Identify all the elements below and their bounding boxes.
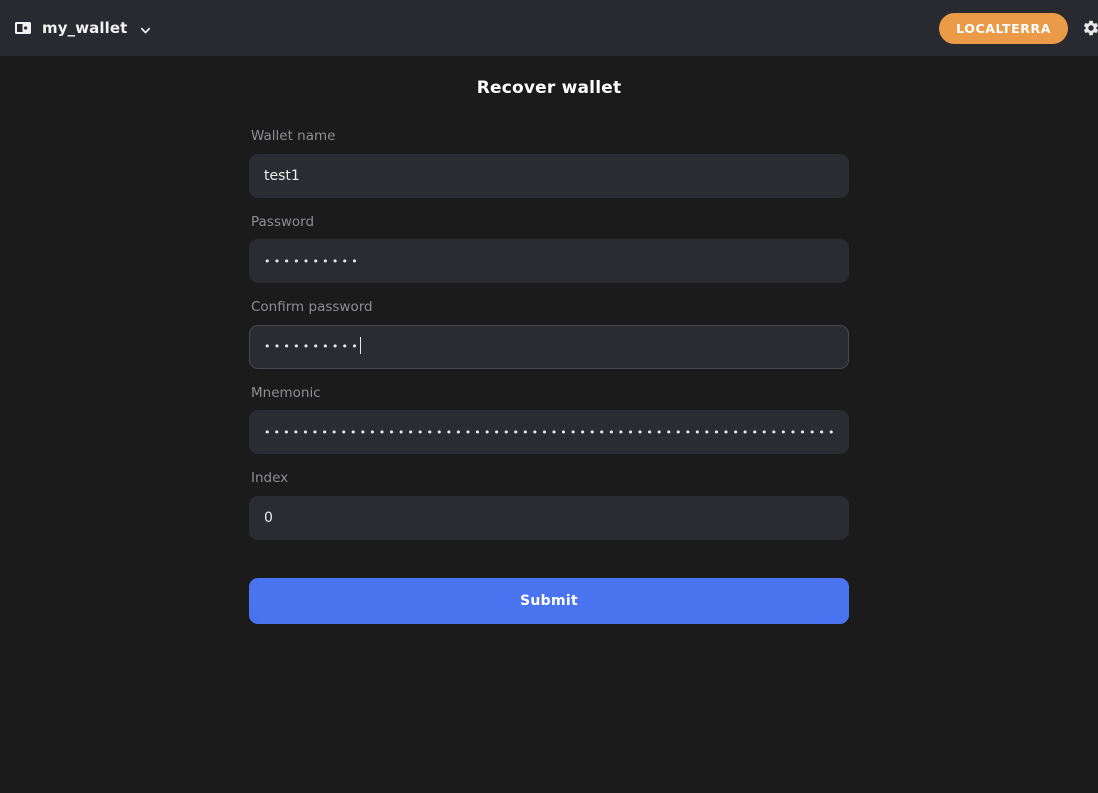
text-caret: [359, 337, 361, 354]
wallet-selector[interactable]: my_wallet: [14, 19, 152, 37]
network-badge[interactable]: LOCALTERRA: [939, 12, 1068, 44]
settings-button[interactable]: [1082, 14, 1098, 42]
index-value: 0: [264, 509, 273, 526]
app-header: my_wallet LOCALTERRA: [0, 0, 1098, 56]
password-input[interactable]: ••••••••••: [249, 239, 849, 283]
header-actions: LOCALTERRA: [939, 0, 1098, 56]
confirm-password-input[interactable]: ••••••••••: [249, 324, 849, 369]
confirm-password-value: ••••••••••: [264, 341, 361, 352]
chevron-down-icon[interactable]: [139, 22, 152, 35]
mnemonic-input[interactable]: ••••••••••••••••••••••••••••••••••••••••…: [249, 410, 849, 454]
gear-icon: [1082, 19, 1098, 37]
main-content: Recover wallet Wallet name test1 Passwor…: [0, 56, 1098, 793]
mnemonic-value: ••••••••••••••••••••••••••••••••••••••••…: [264, 426, 834, 438]
index-input[interactable]: 0: [249, 495, 849, 540]
password-label: Password: [251, 213, 315, 230]
field-confirm-password: Confirm password ••••••••••: [249, 299, 849, 369]
wallet-name-label: Wallet name: [251, 128, 336, 144]
submit-button[interactable]: Submit: [249, 577, 849, 624]
page-title: Recover wallet: [476, 78, 622, 98]
field-password: Password ••••••••••: [249, 213, 849, 283]
field-wallet-name: Wallet name test1: [249, 128, 849, 198]
wallet-name-input[interactable]: test1: [249, 153, 849, 198]
confirm-password-label: Confirm password: [251, 299, 373, 315]
recover-wallet-form: Wallet name test1 Password •••••••••• Co…: [249, 128, 849, 624]
wallet-name-value: test1: [264, 167, 300, 184]
password-value: ••••••••••: [264, 255, 361, 267]
mnemonic-label: Mnemonic: [251, 384, 321, 401]
index-label: Index: [251, 470, 289, 486]
field-mnemonic: Mnemonic •••••••••••••••••••••••••••••••…: [249, 384, 849, 454]
field-index: Index 0: [249, 470, 849, 540]
submit-row: Submit: [249, 577, 849, 624]
wallet-name-label: my_wallet: [42, 18, 128, 37]
wallet-icon: [14, 19, 32, 37]
